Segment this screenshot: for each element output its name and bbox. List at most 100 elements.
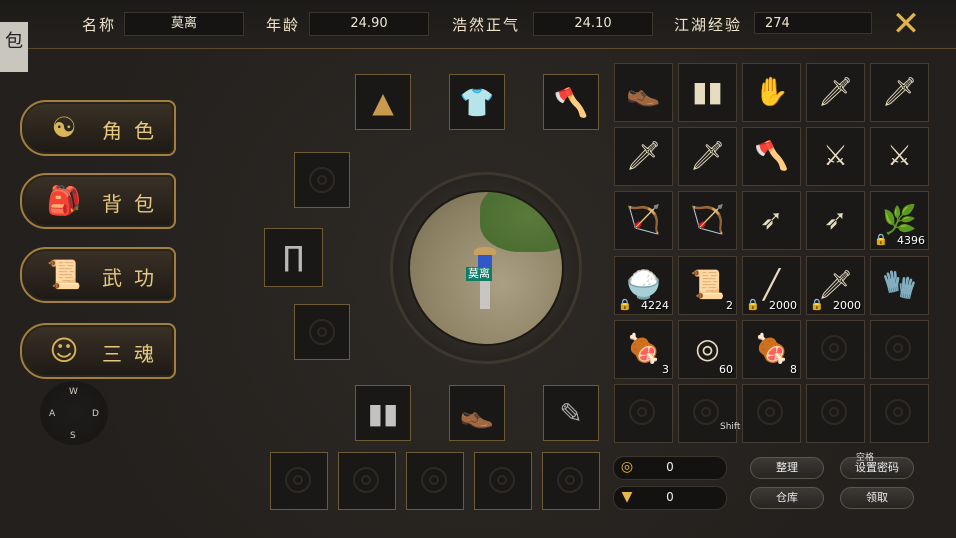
inventory-slot[interactable] [806, 384, 865, 443]
inventory-slot[interactable] [870, 384, 929, 443]
inventory-slot[interactable]: 🌿 🔒 4396 [870, 191, 929, 250]
shift-key-hint: Shift [720, 422, 741, 432]
inventory-slot[interactable] [614, 384, 673, 443]
exp-field: 274 [754, 12, 872, 34]
inventory-slot[interactable]: 🍖 8 [742, 320, 801, 379]
inventory-slot[interactable] [806, 320, 865, 379]
mask-icon: ☺ [49, 334, 79, 367]
inventory-slot[interactable]: ▮▮ [678, 63, 737, 122]
movement-joystick[interactable]: W A D S [40, 381, 108, 445]
item-count: 2000 [833, 299, 861, 312]
inventory-slot[interactable]: 🗡 [870, 63, 929, 122]
equip-slot-hat[interactable]: ▲ [355, 74, 411, 130]
equip-slot-bottom-2[interactable] [338, 452, 396, 510]
menu-character-button[interactable]: ☯ 角色 [20, 100, 176, 156]
inventory-slot[interactable] [678, 384, 737, 443]
sword-icon: 🗡 [689, 139, 726, 172]
inventory-slot[interactable]: 🍚 🔒 4224 [614, 256, 673, 315]
straw-hat-icon: ▲ [372, 86, 394, 119]
inventory-slot[interactable]: ➶ [742, 191, 801, 250]
inventory-slot[interactable]: ✋ [742, 63, 801, 122]
sword-icon: 🗡 [625, 139, 662, 172]
axe-icon: 🪓 [553, 86, 589, 119]
inventory-slot[interactable]: 👞 [614, 63, 673, 122]
equip-slot-armor[interactable]: 👕 [449, 74, 505, 130]
inventory-slot[interactable] [742, 384, 801, 443]
item-count: 3 [662, 363, 669, 376]
close-icon[interactable]: ✕ [890, 7, 922, 41]
blue-robe-icon: 👕 [459, 86, 495, 119]
character-portrait: 莫离 [408, 190, 564, 346]
empty-slot-emblem [557, 467, 583, 493]
sort-button[interactable]: 整理 [750, 457, 824, 479]
empty-slot-emblem [421, 467, 447, 493]
inventory-slot[interactable] [870, 320, 929, 379]
menu-martial-arts-button[interactable]: 📜 武功 [20, 247, 176, 303]
inventory-slot[interactable]: 🗡 [614, 127, 673, 186]
empty-slot-emblem [629, 399, 655, 425]
inventory-slot[interactable]: ◎ 60 [678, 320, 737, 379]
inventory-slot[interactable]: ⚔ [806, 127, 865, 186]
equip-slot-left-3[interactable] [294, 304, 350, 360]
inventory-slot[interactable]: ➶ [806, 191, 865, 250]
inventory-slot[interactable]: 🍖 3 [614, 320, 673, 379]
equip-slot-left-1[interactable] [294, 152, 350, 208]
empty-slot-emblem [309, 167, 335, 193]
item-count: 4224 [641, 299, 669, 312]
copper-coin-display: ◎ 0 [613, 456, 727, 480]
empty-slot-emblem [353, 467, 379, 493]
empty-slot-emblem [885, 335, 911, 361]
equip-slot-bottom-3[interactable] [406, 452, 464, 510]
equip-slot-bottom-5[interactable] [542, 452, 600, 510]
inventory-slot[interactable]: 🪓 [742, 127, 801, 186]
sword-icon: 🗡 [881, 75, 918, 108]
equip-slot-bottom-4[interactable] [474, 452, 532, 510]
menu-three-souls-button[interactable]: ☺ 三魂 [20, 323, 176, 379]
menu-label: 三魂 [102, 342, 166, 366]
menu-label: 角色 [102, 119, 166, 143]
bag-side-tab[interactable]: 包 [0, 22, 28, 72]
equip-slot-weapon[interactable]: 🪓 [543, 74, 599, 130]
menu-bag-button[interactable]: 🎒 背包 [20, 173, 176, 229]
inventory-slot[interactable]: ⚔ [870, 127, 929, 186]
menu-label: 武功 [102, 266, 166, 290]
feather-icon: ✎ [559, 397, 583, 430]
equip-slot-bracers[interactable]: ▮▮ [355, 385, 411, 441]
gloves-icon: ✋ [754, 75, 789, 108]
stats-header: 名称 莫离 年龄 24.90 浩然正气 24.10 江湖经验 274 ✕ [0, 0, 956, 49]
empty-slot-emblem [757, 399, 783, 425]
item-count: 8 [790, 363, 797, 376]
gold-ingot-display: ▼ 0 [613, 486, 727, 510]
empty-slot-emblem [489, 467, 515, 493]
equip-slot-accessory[interactable]: ✎ [543, 385, 599, 441]
inventory-slot[interactable]: 🗡 [806, 63, 865, 122]
boots-icon: 👞 [626, 75, 661, 108]
meditating-figure-icon: ☯ [51, 111, 77, 144]
qi-label: 浩然正气 [452, 16, 521, 34]
equip-slot-boots[interactable]: 👞 [449, 385, 505, 441]
inventory-slot[interactable]: 🗡 🔒 2000 [806, 256, 865, 315]
warehouse-button[interactable]: 仓库 [750, 487, 824, 509]
item-count: 4396 [897, 234, 925, 247]
equip-slot-bottom-1[interactable] [270, 452, 328, 510]
inventory-slot[interactable]: 📜 2 [678, 256, 737, 315]
backpack-icon: 🎒 [46, 184, 82, 217]
bracers-icon: ▮▮ [367, 397, 399, 430]
claim-button[interactable]: 领取 [840, 487, 914, 509]
sword-icon: 🗡 [817, 75, 854, 108]
item-count: 2 [726, 299, 733, 312]
inventory-slot[interactable]: 🏹 [614, 191, 673, 250]
set-password-button[interactable]: 设置密码 [840, 457, 914, 479]
equip-slot-pants[interactable]: ∏ [264, 228, 323, 287]
dart-icon: ➶ [759, 203, 784, 236]
item-count: 60 [719, 363, 733, 376]
age-field: 24.90 [309, 12, 429, 36]
character-name-tag: 莫离 [466, 267, 492, 281]
menu-label: 背包 [102, 192, 166, 216]
inventory-slot[interactable]: 🏹 [678, 191, 737, 250]
character-sprite [474, 247, 496, 317]
item-count: 2000 [769, 299, 797, 312]
inventory-slot[interactable]: ╱ 🔒 2000 [742, 256, 801, 315]
inventory-slot[interactable]: 🗡 [678, 127, 737, 186]
inventory-slot[interactable]: 🧤 [870, 256, 929, 315]
